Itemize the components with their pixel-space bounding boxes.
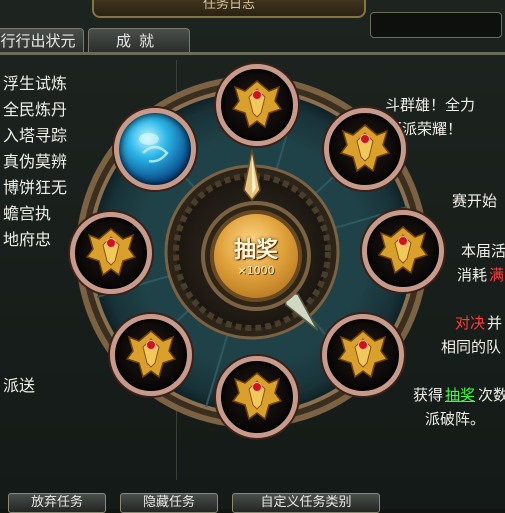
lottery-wheel: 抽奖 ×1000 [70, 40, 505, 476]
quest-list-item[interactable]: 真伪莫辨 [3, 148, 67, 172]
quest-list-item[interactable]: 蟾宫执 [3, 200, 51, 224]
quest-list-item[interactable]: 博饼狂无 [3, 174, 67, 198]
window-title: 任务日志 [92, 0, 366, 18]
dragon-emblem-icon [339, 124, 391, 173]
prize-slot-bottom-right [322, 314, 404, 396]
prize-slot-right [362, 210, 444, 292]
title-search-field[interactable] [370, 12, 502, 38]
quest-list-item[interactable]: 入塔寻踪 [3, 122, 67, 146]
dragon-emblem-icon [337, 330, 389, 379]
abandon-quest-button[interactable]: 放弃任务 [8, 493, 106, 513]
quest-list-item[interactable]: 地府忠 [3, 226, 51, 250]
dragon-emblem-icon [85, 228, 137, 277]
tab-status[interactable]: 行行出状元 [0, 28, 84, 54]
prize-slot-top-right [324, 108, 406, 190]
prize-slot-bottom [216, 356, 298, 438]
hide-quest-button[interactable]: 隐藏任务 [120, 493, 218, 513]
prize-slot-left [70, 212, 152, 294]
quest-list-item[interactable]: 派送 [3, 372, 35, 396]
blue-orb-icon [139, 133, 169, 163]
prize-slot-top [216, 64, 298, 146]
bottom-toolbar: 放弃任务 隐藏任务 自定义任务类别 [0, 490, 505, 513]
quest-list-item[interactable]: 全民炼丹 [3, 96, 67, 120]
dragon-emblem-icon [377, 226, 429, 275]
quest-list: 浮生试炼 全民炼丹 入塔寻踪 真伪莫辨 博饼狂无 蟾宫执 地府忠 派送 [0, 58, 80, 498]
quest-list-item[interactable]: 浮生试炼 [3, 70, 67, 94]
custom-category-button[interactable]: 自定义任务类别 [232, 493, 380, 513]
draw-button-label: 抽奖 [233, 237, 278, 263]
dragon-emblem-icon [231, 372, 283, 421]
prize-slot-bottom-left [110, 314, 192, 396]
prize-slot-top-left [114, 108, 196, 190]
draw-cost-label: ×1000 [237, 264, 275, 277]
dragon-emblem-icon [125, 330, 177, 379]
draw-button[interactable]: 抽奖 ×1000 [210, 210, 302, 302]
dragon-emblem-icon [231, 80, 283, 129]
